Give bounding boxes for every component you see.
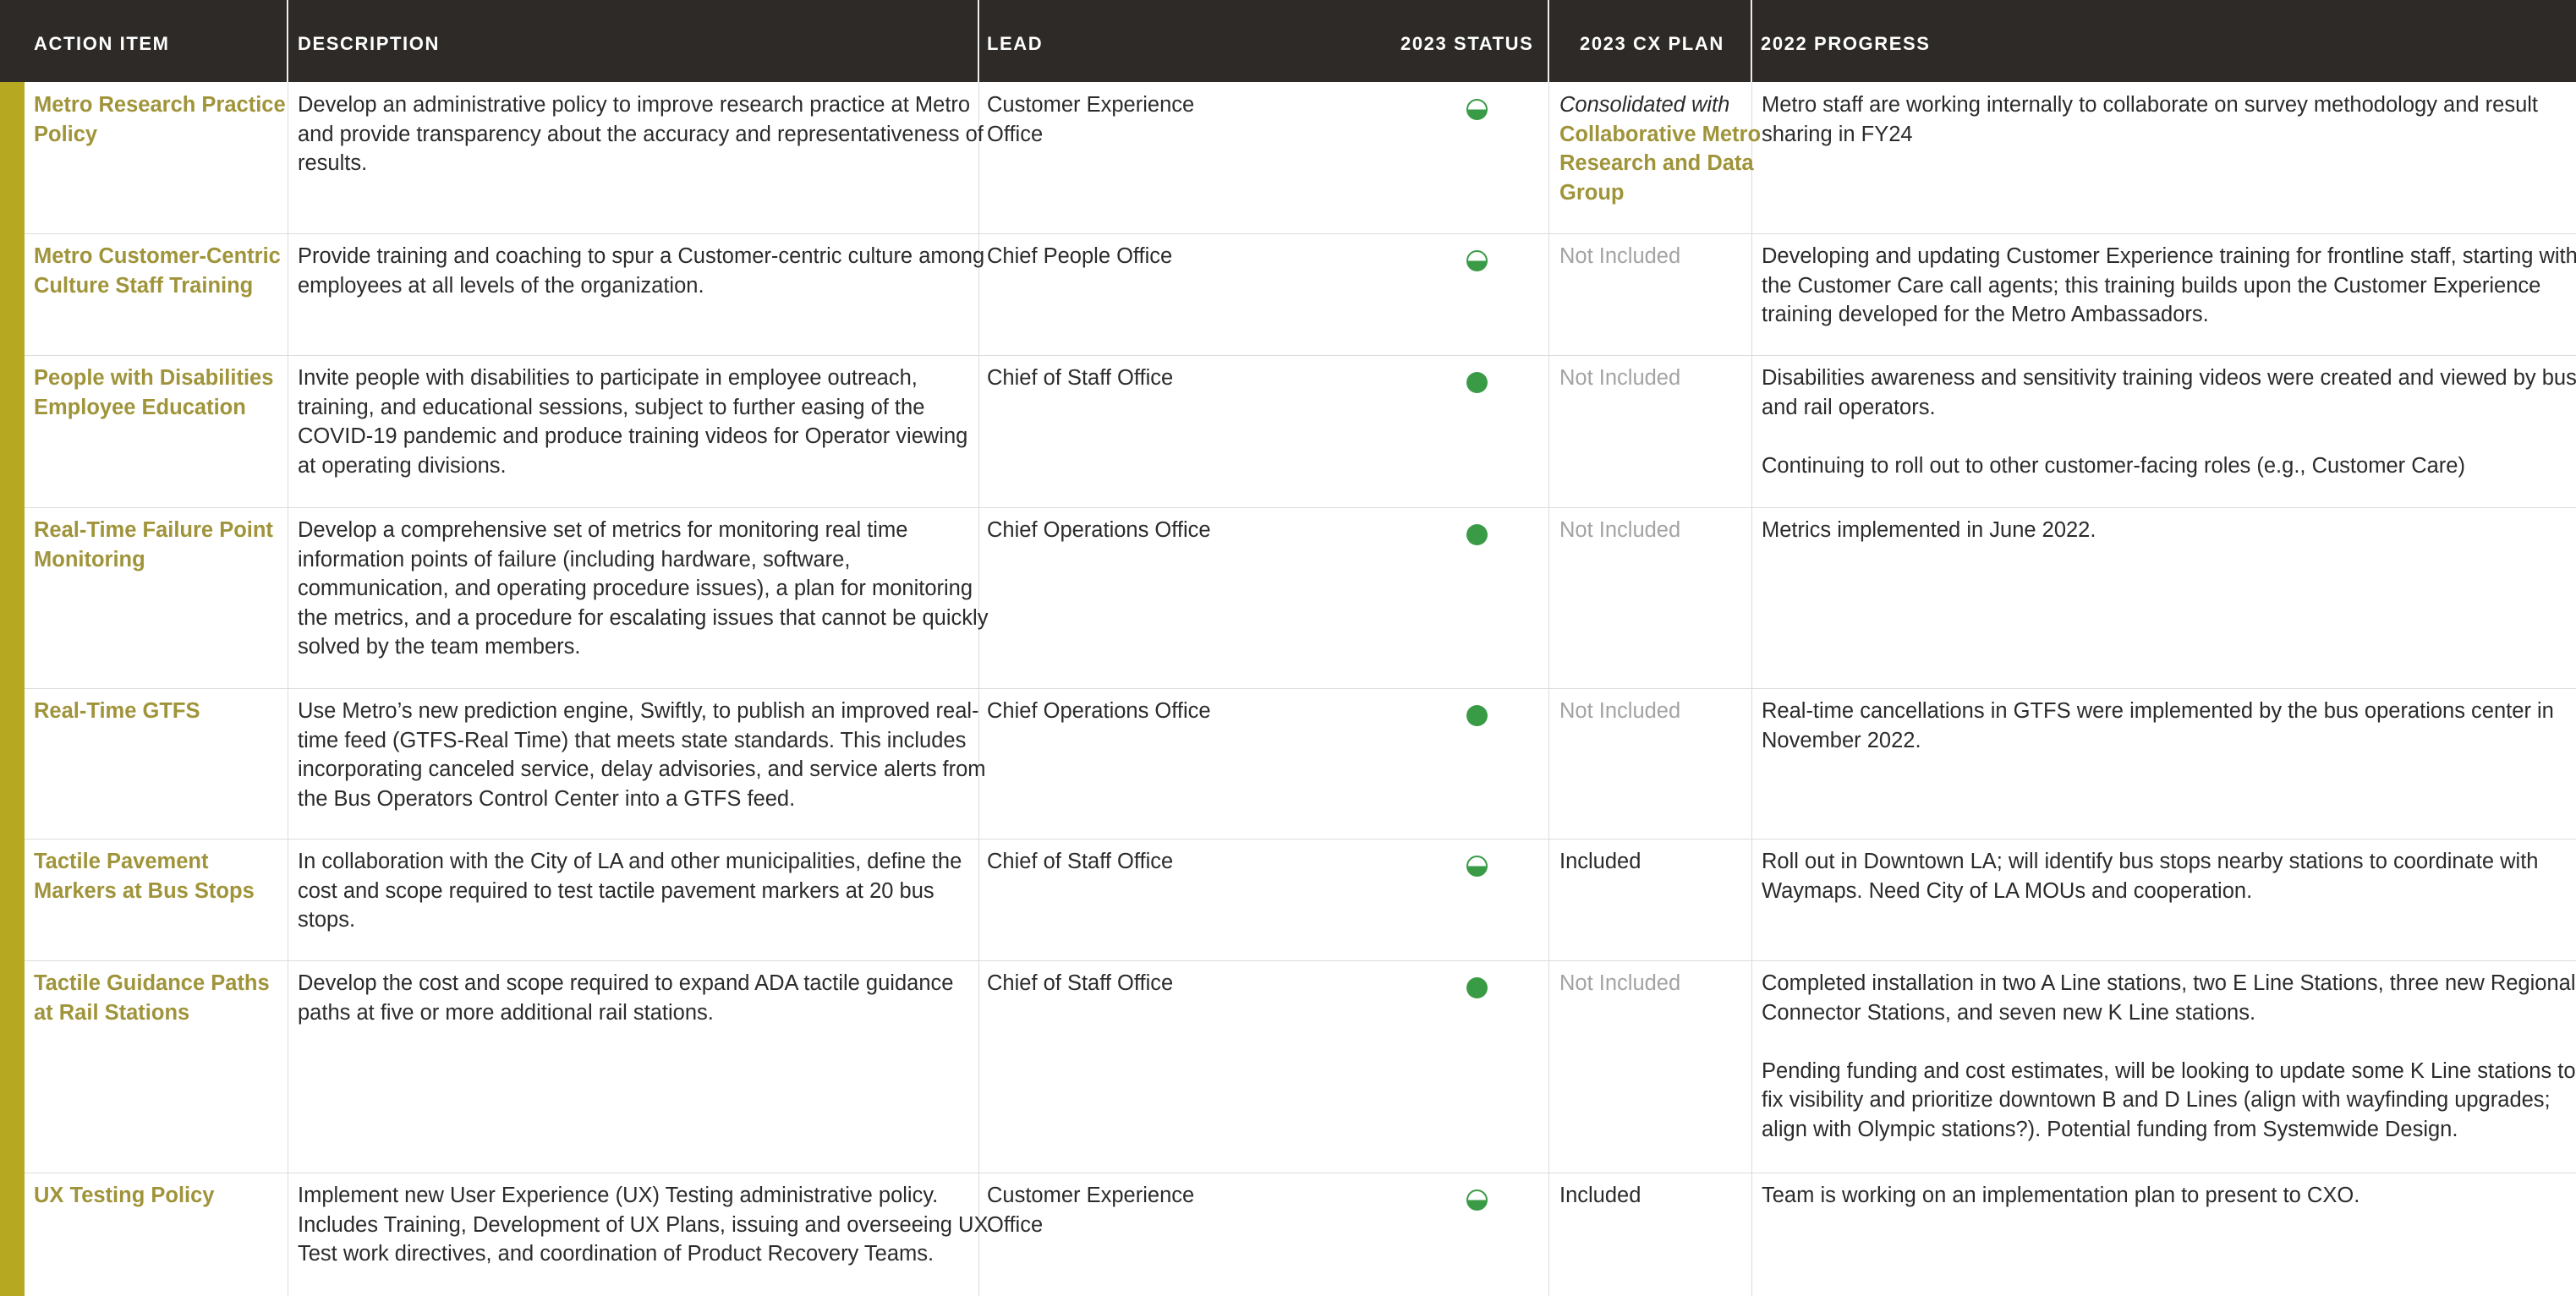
status-in-progress-icon [1466, 1189, 1488, 1211]
header-2023-status: 2023 STATUS [1400, 33, 1534, 54]
lead-office: Customer Experience Office [987, 1184, 1195, 1237]
progress-paragraph: Disabilities awareness and sensitivity t… [1762, 366, 2576, 419]
description-text: Develop the cost and scope required to e… [298, 971, 954, 1025]
lead-office: Customer Experience Office [987, 93, 1195, 146]
lead-office: Chief of Staff Office [987, 850, 1174, 873]
action-item-title: UX Testing Policy [34, 1184, 215, 1207]
header-2022-progress: 2022 PROGRESS [1761, 33, 1931, 54]
description-text: Provide training and coaching to spur a … [298, 244, 985, 298]
table-row: Metro Research Practice Policy Develop an… [25, 82, 2576, 233]
table-row: Real-Time Failure Point Monitoring Develo… [25, 507, 2576, 688]
row-divider [25, 507, 2576, 508]
status-in-progress-icon [1466, 99, 1488, 120]
lead-office: Chief of Staff Office [987, 366, 1174, 390]
progress-paragraph: Pending funding and cost estimates, will… [1762, 1058, 2576, 1141]
progress-paragraph: Metro staff are working internally to co… [1762, 93, 2539, 146]
header-2023-cx-plan: 2023 CX PLAN [1580, 33, 1724, 54]
progress-paragraph: Real-time cancellations in GTFS were imp… [1762, 699, 2554, 752]
cx-plan-status: Not Included [1559, 366, 1681, 390]
progress-paragraph: Completed installation in two A Line sta… [1762, 971, 2576, 1025]
table-row: Metro Customer-Centric Culture Staff Tra… [25, 233, 2576, 355]
status-complete-icon [1466, 524, 1488, 545]
description-text: Invite people with disabilities to parti… [298, 366, 968, 478]
table-row: Tactile Guidance Paths at Rail Stations D… [25, 960, 2576, 1173]
status-complete-icon [1466, 705, 1488, 726]
accent-bar [0, 82, 25, 1296]
action-item-title: Real-Time GTFS [34, 699, 200, 723]
progress-notes: Disabilities awareness and sensitivity t… [1762, 364, 2576, 480]
row-divider [25, 960, 2576, 961]
progress-paragraph: Metrics implemented in June 2022. [1762, 518, 2096, 542]
description-text: Use Metro’s new prediction engine, Swift… [298, 699, 986, 811]
status-in-progress-icon [1466, 250, 1488, 271]
table-row: Tactile Pavement Markers at Bus Stops In … [25, 839, 2576, 960]
table-row: People with Disabilities Employee Educat… [25, 355, 2576, 507]
description-text: Develop an administrative policy to impr… [298, 93, 984, 175]
header-description: DESCRIPTION [298, 33, 440, 54]
description-text: Develop a comprehensive set of metrics f… [298, 518, 989, 659]
progress-notes: Team is working on an implementation pla… [1762, 1181, 2576, 1211]
table-row: UX Testing Policy Implement new User Expe… [25, 1173, 2576, 1296]
progress-notes: Metrics implemented in June 2022. [1762, 516, 2576, 545]
status-complete-icon [1466, 372, 1488, 393]
lead-office: Chief of Staff Office [987, 971, 1174, 995]
action-item-title: Tactile Guidance Paths at Rail Stations [34, 971, 270, 1025]
cx-plan-status: Included [1559, 850, 1642, 873]
row-divider [25, 688, 2576, 689]
action-items-table: ACTION ITEM DESCRIPTION LEAD 2023 STATUS… [0, 0, 2576, 1296]
cx-plan-status: Included [1559, 1184, 1642, 1207]
cx-plan-status: Not Included [1559, 971, 1681, 995]
lead-office: Chief People Office [987, 244, 1173, 268]
table-row: Real-Time GTFS Use Metro’s new prediction… [25, 688, 2576, 839]
progress-paragraph: Continuing to roll out to other customer… [1762, 453, 2465, 478]
cx-plan-group: Collaborative Metro Research and Data Gr… [1559, 122, 1762, 205]
progress-notes: Completed installation in two A Line sta… [1762, 969, 2576, 1144]
progress-notes: Metro staff are working internally to co… [1762, 90, 2576, 149]
action-item-title: Metro Research Practice Policy [34, 93, 286, 146]
progress-paragraph: Team is working on an implementation pla… [1762, 1184, 2360, 1207]
progress-notes: Roll out in Downtown LA; will identify b… [1762, 847, 2576, 905]
header-lead: LEAD [987, 33, 1044, 54]
row-divider [25, 233, 2576, 234]
lead-office: Chief Operations Office [987, 699, 1211, 723]
action-item-title: Metro Customer-Centric Culture Staff Tra… [34, 244, 281, 298]
lead-office: Chief Operations Office [987, 518, 1211, 542]
status-in-progress-icon [1466, 856, 1488, 877]
action-item-title: Real-Time Failure Point Monitoring [34, 518, 273, 571]
description-text: Implement new User Experience (UX) Testi… [298, 1184, 989, 1266]
description-text: In collaboration with the City of LA and… [298, 850, 962, 932]
row-divider [25, 355, 2576, 356]
cx-plan-status: Consolidated with Collaborative Metro Res… [1559, 90, 1762, 207]
cx-plan-prefix: Consolidated with [1559, 93, 1730, 117]
cx-plan-status: Not Included [1559, 518, 1681, 542]
progress-notes: Developing and updating Customer Experie… [1762, 242, 2576, 330]
status-complete-icon [1466, 977, 1488, 998]
progress-notes: Real-time cancellations in GTFS were imp… [1762, 697, 2576, 755]
action-item-title: Tactile Pavement Markers at Bus Stops [34, 850, 255, 903]
cx-plan-status: Not Included [1559, 244, 1681, 268]
header-action-item: ACTION ITEM [34, 33, 170, 54]
progress-paragraph: Developing and updating Customer Experie… [1762, 244, 2576, 326]
progress-paragraph: Roll out in Downtown LA; will identify b… [1762, 850, 2539, 903]
action-item-title: People with Disabilities Employee Educat… [34, 366, 274, 419]
cx-plan-status: Not Included [1559, 699, 1681, 723]
table-header: ACTION ITEM DESCRIPTION LEAD 2023 STATUS… [0, 0, 2576, 82]
